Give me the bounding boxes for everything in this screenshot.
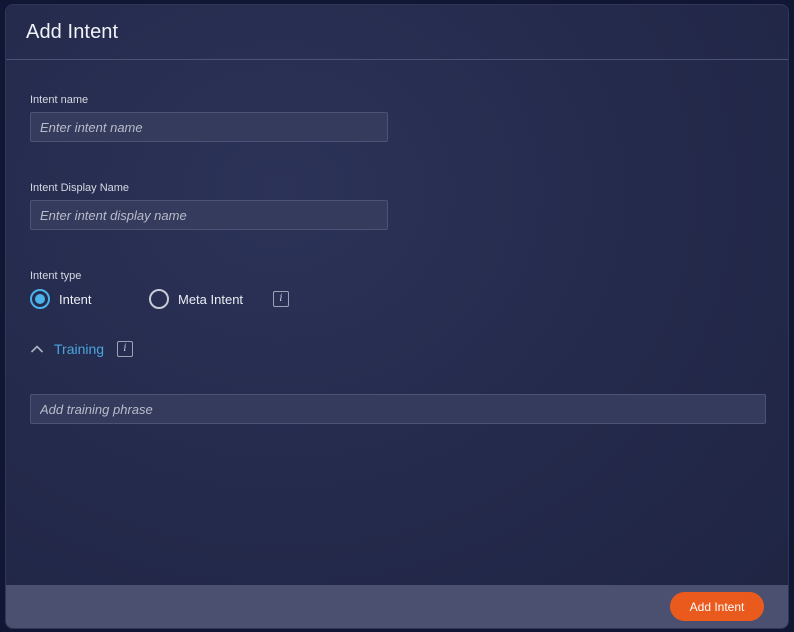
add-intent-dialog: Add Intent Intent name Intent Display Na… — [5, 4, 789, 629]
training-section-toggle[interactable]: Training — [30, 339, 104, 359]
dialog-header: Add Intent — [6, 5, 788, 60]
intent-type-radio-meta-intent[interactable]: Meta Intent — [149, 289, 243, 309]
radio-label-intent: Intent — [59, 291, 92, 307]
training-label: Training — [54, 341, 105, 357]
intent-type-radio-intent[interactable]: Intent — [30, 289, 92, 309]
dialog-title: Add Intent — [26, 21, 119, 43]
intent-type-label: Intent type — [30, 270, 82, 282]
intent-type-info-icon[interactable]: i — [273, 291, 289, 307]
radio-unchecked-icon — [149, 289, 169, 309]
dialog-footer: Add Intent — [6, 585, 788, 628]
intent-name-label: Intent name — [30, 94, 89, 106]
add-intent-button[interactable]: Add Intent — [670, 592, 764, 621]
radio-label-meta-intent: Meta Intent — [178, 291, 244, 307]
display-name-label: Intent Display Name — [30, 182, 130, 194]
intent-name-input[interactable] — [30, 112, 388, 142]
training-info-icon[interactable]: i — [117, 341, 133, 357]
training-phrase-input[interactable] — [30, 394, 766, 424]
chevron-up-icon — [30, 345, 44, 353]
display-name-input[interactable] — [30, 200, 388, 230]
radio-checked-icon — [30, 289, 50, 309]
